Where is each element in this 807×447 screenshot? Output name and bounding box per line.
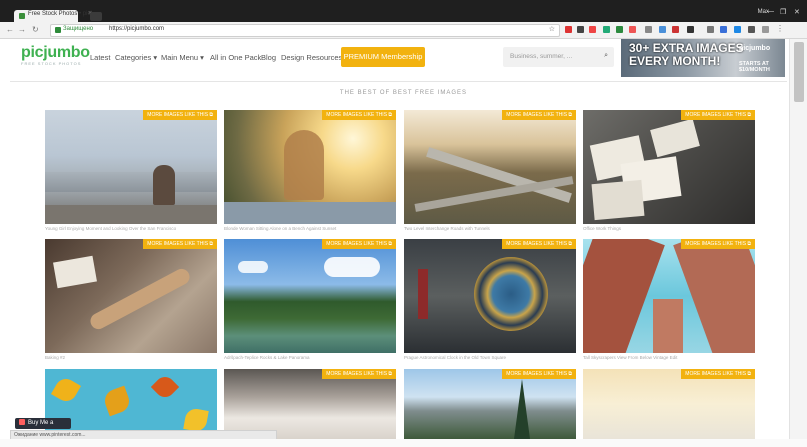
photo-caption[interactable]: Two Level Interchange Roads with Tunnels [404, 226, 490, 231]
photo-card[interactable]: MORE IMAGES LIKE THIS ⧉ [224, 239, 396, 353]
extension-icon[interactable] [577, 26, 584, 33]
more-images-link[interactable]: MORE IMAGES LIKE THIS ⧉ [322, 369, 396, 379]
maximize-icon[interactable]: ❐ [780, 8, 786, 16]
banner-brand: picjumbo [739, 45, 771, 52]
extension-icon[interactable] [565, 26, 572, 33]
photo-card[interactable]: MORE IMAGES LIKE THIS ⧉ [224, 110, 396, 224]
photo-card[interactable]: MORE IMAGES LIKE THIS ⧉ [404, 369, 576, 439]
site-logo[interactable]: picjumbo [21, 44, 90, 62]
coffee-cup-icon [19, 419, 25, 426]
section-title: THE BEST OF BEST FREE IMAGES [339, 90, 468, 96]
photo-image[interactable] [45, 110, 217, 224]
photo-image[interactable] [224, 239, 396, 353]
site-tagline: FREE STOCK PHOTOS [21, 61, 82, 66]
extension-icon[interactable] [672, 26, 679, 33]
more-images-link[interactable]: MORE IMAGES LIKE THIS ⧉ [502, 369, 576, 379]
search-icon[interactable]: ⌕ [604, 52, 608, 60]
page-scrollbar[interactable] [789, 39, 807, 447]
page-bottom-edge [0, 439, 807, 447]
site-favicon-icon [19, 13, 25, 19]
more-images-link[interactable]: MORE IMAGES LIKE THIS ⧉ [322, 110, 396, 120]
photo-image[interactable] [45, 369, 217, 439]
photo-card[interactable]: MORE IMAGES LIKE THIS ⧉ [404, 110, 576, 224]
more-images-link[interactable]: MORE IMAGES LIKE THIS ⧉ [502, 110, 576, 120]
photo-image[interactable] [583, 239, 755, 353]
photo-caption[interactable]: Adršpach-Teplice Rocks & Lake Panorama [224, 355, 310, 360]
more-images-link[interactable]: MORE IMAGES LIKE THIS ⧉ [502, 239, 576, 249]
browser-menu-icon[interactable]: ⋮ [776, 24, 784, 33]
extension-icon[interactable] [762, 26, 769, 33]
photo-caption[interactable]: Baking #2 [45, 355, 65, 360]
close-window-icon[interactable]: ✕ [794, 8, 800, 16]
photo-card[interactable]: MORE IMAGES LIKE THIS ⧉ [45, 110, 217, 224]
banner-price: STARTS AT $10/MONTH [739, 61, 770, 73]
search-placeholder: Business, summer, ... [510, 53, 573, 60]
scrollbar-thumb[interactable] [794, 42, 804, 102]
more-images-link[interactable]: MORE IMAGES LIKE THIS ⧉ [322, 239, 396, 249]
header-divider [10, 81, 787, 82]
lock-icon [55, 27, 61, 33]
extension-icon[interactable] [616, 26, 623, 33]
nav-design-resources[interactable]: Design Resources [281, 53, 342, 62]
photo-card[interactable]: MORE IMAGES LIKE THIS ⧉ [583, 239, 755, 353]
browser-tab[interactable]: Free Stock Photos • picj… × [14, 10, 98, 22]
extension-icon[interactable] [589, 26, 596, 33]
extension-icon[interactable] [645, 26, 652, 33]
extension-icon[interactable] [707, 26, 714, 33]
secure-label: Защищено [63, 26, 94, 32]
search-input[interactable]: Business, summer, ... ⌕ [503, 47, 614, 67]
photo-image[interactable] [45, 239, 217, 353]
more-images-link[interactable]: MORE IMAGES LIKE THIS ⧉ [143, 239, 217, 249]
new-tab-button[interactable] [90, 12, 102, 21]
photo-image[interactable] [583, 369, 755, 439]
browser-tab-strip: Free Stock Photos • picj… × Max — ❐ ✕ [0, 0, 807, 22]
photo-image[interactable] [404, 239, 576, 353]
reload-icon[interactable]: ↻ [32, 25, 39, 34]
extension-icon[interactable] [734, 26, 741, 33]
extension-icon[interactable] [629, 26, 636, 33]
premium-ad-banner[interactable]: 30+ EXTRA IMAGES EVERY MONTH! picjumbo S… [621, 39, 785, 77]
photo-card[interactable]: MORE IMAGES LIKE THIS ⧉ [583, 369, 755, 439]
more-images-link[interactable]: MORE IMAGES LIKE THIS ⧉ [681, 110, 755, 120]
nav-blog[interactable]: Blog [261, 53, 276, 62]
photo-caption[interactable]: Young Girl Enjoying Moment and Looking O… [45, 226, 176, 231]
more-images-link[interactable]: MORE IMAGES LIKE THIS ⧉ [681, 369, 755, 379]
buy-me-a-coffee-button[interactable]: Buy Me a Coffee [15, 418, 71, 437]
photo-caption[interactable]: Prague Astronomical Clock in the Old Tow… [404, 355, 506, 360]
photo-caption[interactable]: Office Work Things [583, 226, 621, 231]
more-images-link[interactable]: MORE IMAGES LIKE THIS ⧉ [143, 110, 217, 120]
photo-card[interactable]: MORE IMAGES LIKE THIS ⧉ [45, 239, 217, 353]
photo-card[interactable]: MORE IMAGES LIKE THIS ⧉ [224, 369, 396, 439]
back-icon[interactable]: ← [6, 25, 14, 34]
browser-toolbar: ← → ↻ Защищено https://picjumbo.com ☆ ⋮ [0, 22, 807, 39]
photo-image[interactable] [224, 369, 396, 439]
more-images-link[interactable]: MORE IMAGES LIKE THIS ⧉ [681, 239, 755, 249]
photo-image[interactable] [404, 110, 576, 224]
extension-icon[interactable] [687, 26, 694, 33]
nav-main-menu[interactable]: Main Menu ▾ [161, 53, 204, 62]
nav-all-in-one-pack[interactable]: All in One Pack [210, 53, 261, 62]
nav-categories[interactable]: Categories ▾ [115, 53, 157, 62]
photo-card[interactable] [45, 369, 217, 439]
photo-card[interactable]: MORE IMAGES LIKE THIS ⧉ [583, 110, 755, 224]
address-bar[interactable]: Защищено https://picjumbo.com ☆ [50, 24, 560, 37]
photo-caption[interactable]: Tall Skyscrapers View From Below Vintage… [583, 355, 677, 360]
banner-headline: 30+ EXTRA IMAGES EVERY MONTH! [629, 42, 744, 68]
forward-icon[interactable]: → [18, 25, 26, 34]
extension-icon[interactable] [720, 26, 727, 33]
extension-icon[interactable] [659, 26, 666, 33]
minimize-icon[interactable]: — [767, 8, 774, 15]
photo-image[interactable] [404, 369, 576, 439]
banner-headline-line2: EVERY MONTH! [629, 54, 721, 68]
photo-caption[interactable]: Blonde Woman Sitting Alone on a Bench Ag… [224, 226, 336, 231]
bookmark-star-icon[interactable]: ☆ [549, 25, 555, 33]
extension-icon[interactable] [603, 26, 610, 33]
photo-image[interactable] [583, 110, 755, 224]
url-text[interactable]: https://picjumbo.com [109, 26, 164, 32]
photo-card[interactable]: MORE IMAGES LIKE THIS ⧉ [404, 239, 576, 353]
nav-latest[interactable]: Latest [90, 53, 110, 62]
photo-image[interactable] [224, 110, 396, 224]
extension-icon[interactable] [748, 26, 755, 33]
premium-membership-button[interactable]: PREMIUM Membership [341, 47, 425, 67]
